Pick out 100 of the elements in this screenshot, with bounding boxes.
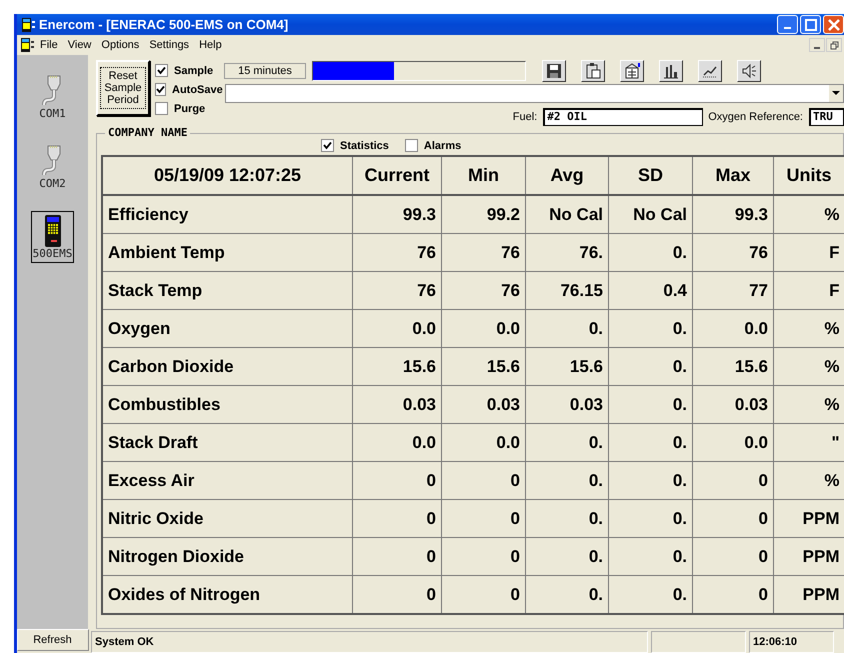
- table-cell: 0.0: [352, 310, 442, 348]
- table-cell: 0.0: [692, 310, 774, 348]
- table-cell: 0.: [526, 424, 608, 462]
- table-cell: 0.0: [442, 310, 526, 348]
- table-cell: %: [774, 195, 844, 234]
- checkbox[interactable]: Sample: [155, 64, 219, 77]
- menu-item[interactable]: Options: [96, 39, 144, 51]
- table-cell: Oxygen: [102, 310, 352, 348]
- status-time: 12:06:10: [749, 631, 834, 653]
- group-title: COMPANY NAME: [105, 126, 190, 139]
- table-cell: %: [774, 310, 844, 348]
- close-button[interactable]: [823, 15, 844, 34]
- table-cell: 76.: [526, 234, 608, 272]
- maximize-icon: [804, 18, 816, 30]
- sidebar-item[interactable]: 500EMS: [30, 211, 74, 263]
- table-cell: 0: [442, 538, 526, 576]
- sidebar-item[interactable]: COM2: [36, 141, 70, 193]
- table-cell: 0.03: [526, 386, 608, 424]
- column-header: Current: [352, 156, 442, 195]
- checkbox[interactable]: Purge: [155, 102, 219, 115]
- restore-button[interactable]: [826, 38, 842, 52]
- device-icon: [19, 37, 35, 53]
- table-cell: 0: [692, 538, 774, 576]
- minimize-icon: [784, 27, 791, 29]
- table-cell: 76: [442, 272, 526, 310]
- table-cell: 0.: [526, 500, 608, 538]
- minimize-button[interactable]: [809, 38, 825, 52]
- minimize-icon: [814, 47, 820, 49]
- speaker-button[interactable]: [737, 60, 761, 82]
- maximize-button[interactable]: [800, 15, 821, 34]
- form-icon: [623, 62, 641, 80]
- table-cell: 99.2: [442, 195, 526, 234]
- table-cell: 0: [352, 576, 442, 614]
- clipboard-button[interactable]: [581, 60, 605, 82]
- reset-sample-period-button[interactable]: Reset Sample Period: [96, 60, 150, 116]
- table-cell: 15.6: [692, 348, 774, 386]
- table-cell: ": [774, 424, 844, 462]
- table-cell: Carbon Dioxide: [102, 348, 352, 386]
- menu-item[interactable]: Settings: [144, 39, 194, 51]
- table-cell: 0.: [608, 234, 692, 272]
- table-cell: PPM: [774, 500, 844, 538]
- check-icon: [323, 141, 332, 150]
- fuel-field[interactable]: #2 OIL: [543, 108, 704, 126]
- table-cell: 0.03: [442, 386, 526, 424]
- save-button[interactable]: [542, 60, 566, 82]
- menu-item[interactable]: View: [62, 39, 96, 51]
- bar-chart-icon: [662, 62, 680, 80]
- window-title: Enercom - [ENERAC 500-EMS on COM4]: [39, 17, 288, 32]
- bar-chart-button[interactable]: [659, 60, 683, 82]
- table-cell: No Cal: [526, 195, 608, 234]
- table-cell: 76: [692, 234, 774, 272]
- sample-period-button[interactable]: 15 minutes: [224, 63, 306, 79]
- table-cell: 0: [692, 500, 774, 538]
- table-cell: Excess Air: [102, 462, 352, 500]
- menu-item[interactable]: Help: [194, 39, 227, 51]
- table-cell: 0.: [608, 538, 692, 576]
- table-cell: Stack Draft: [102, 424, 352, 462]
- table-cell: %: [774, 348, 844, 386]
- table-cell: 0: [352, 500, 442, 538]
- line-chart-button[interactable]: [698, 60, 722, 82]
- check-icon: [157, 66, 166, 75]
- table-cell: 0.: [608, 576, 692, 614]
- table-cell: 0.0: [692, 424, 774, 462]
- table-cell: %: [774, 462, 844, 500]
- table-cell: 0.03: [352, 386, 442, 424]
- table-cell: 0.: [608, 310, 692, 348]
- table-cell: Stack Temp: [102, 272, 352, 310]
- refresh-button[interactable]: Refresh: [16, 629, 88, 651]
- device-icon: [20, 16, 36, 32]
- table-cell: 0: [692, 462, 774, 500]
- sidebar-item[interactable]: COM1: [36, 71, 70, 123]
- table-cell: 0: [352, 538, 442, 576]
- status-message: System OK: [91, 631, 648, 653]
- table-cell: Nitric Oxide: [102, 500, 352, 538]
- table-cell: F: [774, 272, 844, 310]
- fuel-label: Fuel:: [512, 110, 538, 123]
- table-cell: 15.6: [352, 348, 442, 386]
- oxygen-reference-field[interactable]: TRU: [809, 108, 844, 126]
- menu-item[interactable]: File: [35, 39, 63, 51]
- table-cell: 0: [442, 462, 526, 500]
- table-cell: 76: [442, 234, 526, 272]
- table-cell: 77: [692, 272, 774, 310]
- table-cell: 76: [352, 234, 442, 272]
- checkbox[interactable]: Statistics: [321, 138, 389, 153]
- table-cell: %: [774, 386, 844, 424]
- checkbox[interactable]: Alarms: [404, 138, 462, 153]
- table-cell: 15.6: [442, 348, 526, 386]
- table-cell: 0.: [608, 424, 692, 462]
- form-button[interactable]: [620, 60, 644, 82]
- table-cell: Nitrogen Dioxide: [102, 538, 352, 576]
- oxygen-reference-label: Oxygen Reference:: [708, 110, 803, 123]
- table-cell: 15.6: [526, 348, 608, 386]
- table-cell: 0.: [526, 462, 608, 500]
- floppy-icon: [545, 62, 563, 80]
- speaker-icon: [740, 62, 758, 80]
- table-cell: 0.4: [608, 272, 692, 310]
- table-cell: 76: [352, 272, 442, 310]
- table-cell: Oxides of Nitrogen: [102, 576, 352, 614]
- table-cell: 0.: [608, 462, 692, 500]
- clipboard-icon: [584, 62, 602, 80]
